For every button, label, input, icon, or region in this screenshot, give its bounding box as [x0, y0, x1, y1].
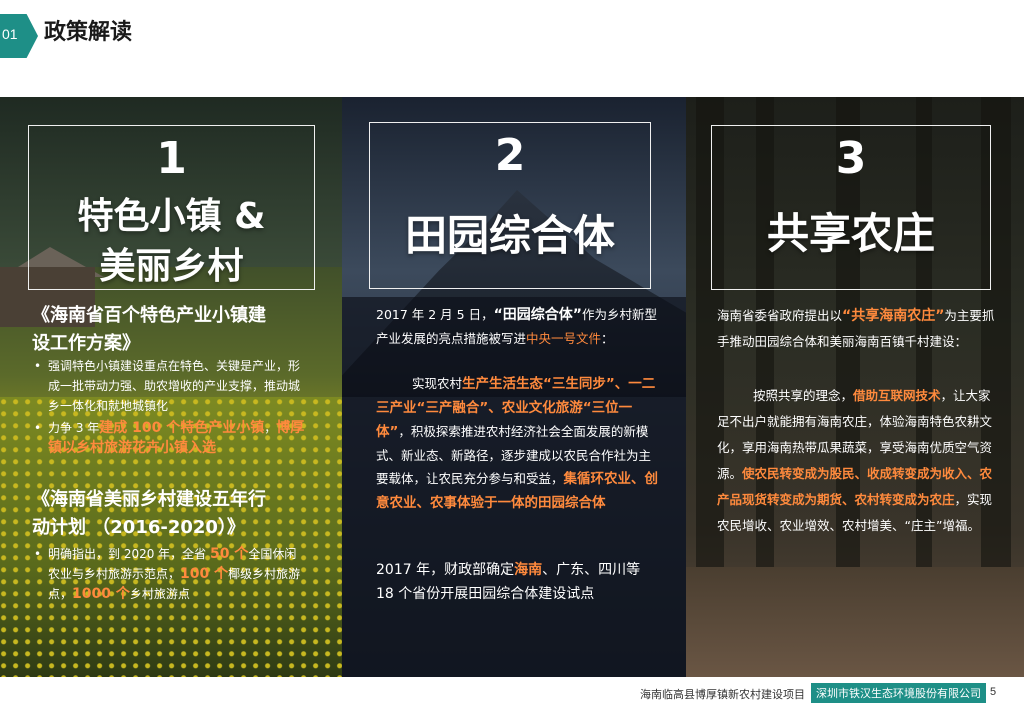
bullet-text: 明确指出，到 2020 年，全省	[48, 547, 210, 561]
heading-line: 《海南省美丽乡村建设五年行	[32, 489, 266, 510]
para-highlight: “共享海南农庄”	[842, 308, 945, 324]
panel-title-line: 美丽乡村	[99, 246, 244, 287]
panel-number-1: 1	[156, 133, 187, 184]
panel-3-paragraph-1: 海南省委省政府提出以“共享海南农庄”为主要抓手推动田园综合体和美丽海南百镇千村建…	[717, 303, 995, 355]
panel-title-3: 共享农庄	[766, 209, 935, 258]
bullet-highlight: 100 个	[180, 566, 229, 582]
policy-bullets-1: 强调特色小镇建设重点在特色、关键是产业，形成一批带动力强、助农增收的产业支撑，推…	[32, 356, 310, 460]
bullet-item: 强调特色小镇建设重点在特色、关键是产业，形成一批带动力强、助农增收的产业支撑，推…	[32, 356, 310, 416]
bullet-text: 乡村旅游点	[129, 587, 190, 601]
bullet-item: 力争 3 年建成 100 个特色产业小镇，博厚镇以乡村旅游花卉小镇入选	[32, 418, 310, 458]
panel-2-paragraph-1: 2017 年 2 月 5 日，“田园综合体”作为乡村新型产业发展的亮点措施被写进…	[376, 303, 658, 350]
para-highlight: 使农民转变成为股民、收成转变成为收入、农产品现货转变成为期货、农村转变成为农庄	[717, 466, 993, 507]
section-number: 01	[2, 26, 18, 42]
bullet-highlight: 50 个	[209, 546, 249, 562]
panel-number-2: 2	[494, 130, 526, 181]
page-number: 5	[990, 686, 997, 698]
bullet-text: 强调特色小镇建设重点在特色、关键是产业，形成一批带动力强、助农增收的产业支撑，推…	[48, 359, 301, 413]
para-highlight: 中央一号文件	[526, 331, 602, 346]
panel-2-paragraph-3: 2017 年，财政部确定海南、广东、四川等 18 个省份开展田园综合体建设试点	[376, 558, 658, 606]
bullet-highlight: 建成 100 个特色产业小镇	[99, 420, 265, 436]
panel-2-paragraph-2: 实现农村生产生活生态“三生同步”、一二三产业“三产融合”、农业文化旅游“三位一体…	[376, 372, 658, 515]
page-title: 政策解读	[44, 20, 133, 45]
para-highlight: 海南	[514, 562, 543, 578]
bullet-text: ，	[264, 421, 277, 435]
para-text: ：	[601, 331, 614, 346]
footer-company-badge: 深圳市铁汉生态环境股份有限公司	[811, 683, 986, 703]
bullet-text: 力争 3 年	[48, 421, 100, 435]
forest-floor-image	[686, 567, 1024, 677]
policy-heading-2: 《海南省美丽乡村建设五年行 动计划 （2016-2020）》	[32, 486, 322, 542]
panel-number-3: 3	[835, 133, 867, 184]
panel-title-2: 田园综合体	[404, 211, 615, 260]
panel-title-line: 特色小镇 &	[77, 196, 266, 237]
para-text: 2017 年 2 月 5 日，	[376, 307, 494, 322]
para-text: 按照共享的理念，	[753, 388, 854, 403]
bullet-item: 明确指出，到 2020 年，全省 50 个全国休闲农业与乡村旅游示范点，100 …	[32, 544, 304, 604]
policy-heading-1: 《海南省百个特色产业小镇建 设工作方案》	[32, 302, 322, 358]
para-text: 实现农村	[412, 376, 463, 391]
heading-line: 设工作方案》	[32, 333, 140, 354]
panel-3-paragraph-2: 按照共享的理念，借助互联网技术，让大家足不出户就能拥有海南农庄，体验海南特色农耕…	[717, 383, 995, 539]
para-highlight: 借助互联网技术	[853, 388, 941, 403]
policy-bullets-2: 明确指出，到 2020 年，全省 50 个全国休闲农业与乡村旅游示范点，100 …	[32, 544, 304, 606]
panel-title-1: 特色小镇 & 美丽乡村	[28, 192, 315, 292]
para-text: 2017 年，财政部确定	[376, 562, 515, 578]
heading-line: 《海南省百个特色产业小镇建	[32, 305, 266, 326]
para-text: 海南省委省政府提出以	[717, 308, 843, 323]
para-bold: “田园综合体”	[493, 307, 582, 323]
heading-line: 动计划 （2016-2020）》	[32, 517, 245, 538]
footer-project-name: 海南临高县博厚镇新农村建设项目	[640, 688, 805, 701]
bullet-highlight: 1000 个	[72, 586, 130, 602]
